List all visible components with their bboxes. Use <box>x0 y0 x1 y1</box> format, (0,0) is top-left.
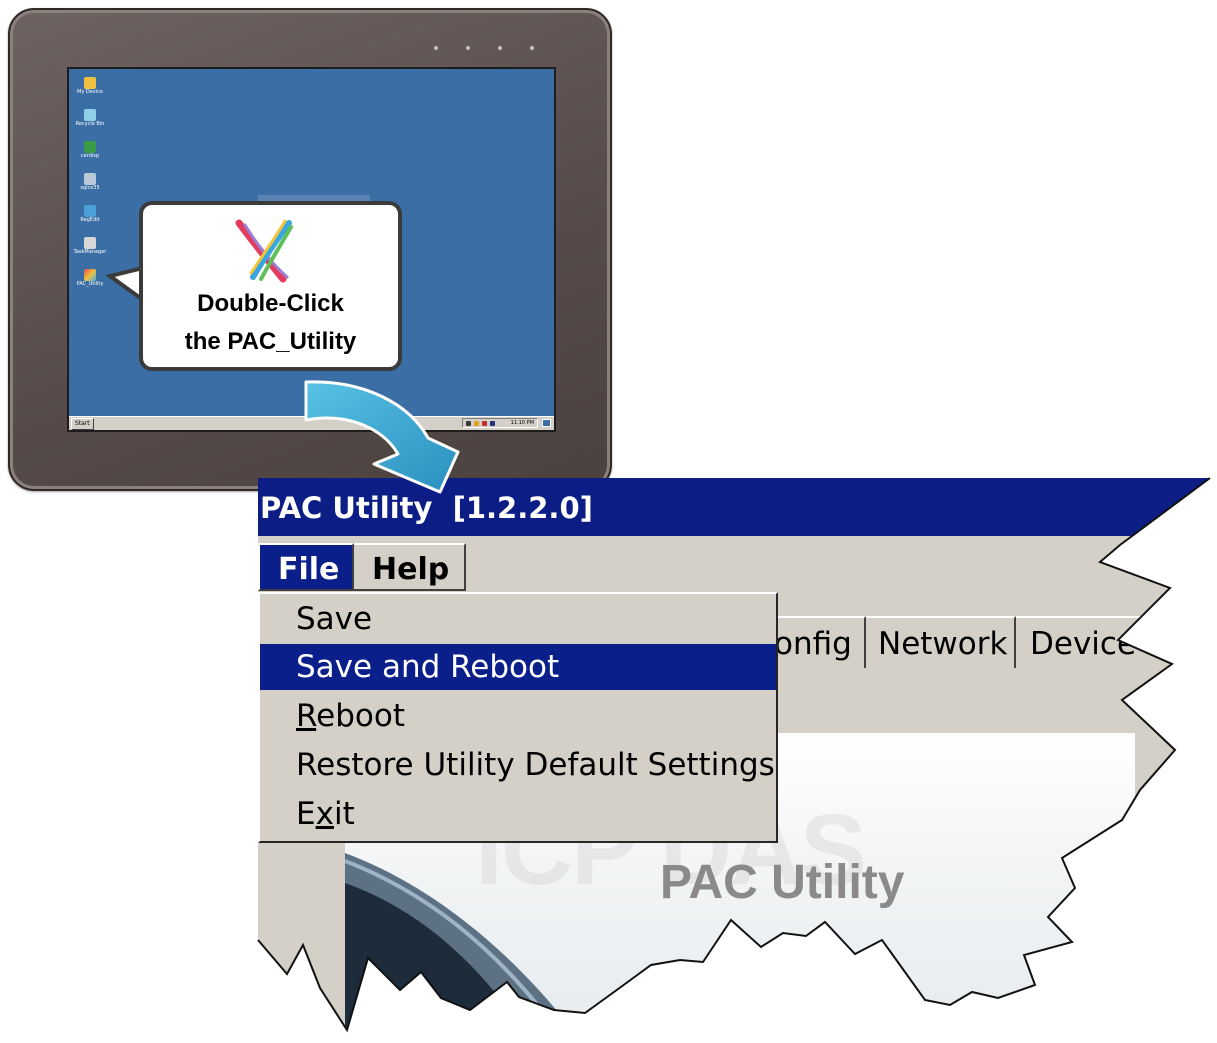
flow-arrow <box>304 380 460 494</box>
